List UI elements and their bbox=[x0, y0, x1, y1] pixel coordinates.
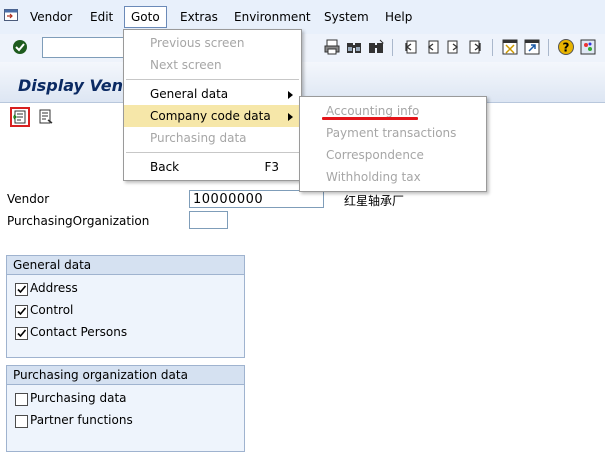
menu-item-company-code-data-label: Company code data bbox=[150, 109, 271, 123]
submenu-arrow-icon bbox=[288, 113, 293, 121]
last-page-icon[interactable] bbox=[468, 39, 484, 55]
first-page-icon[interactable] bbox=[402, 39, 418, 55]
vendor-field[interactable]: 10000000 bbox=[189, 190, 324, 208]
menu-system[interactable]: System bbox=[324, 9, 369, 25]
purchasing-data-label: Purchasing data bbox=[30, 391, 127, 405]
enter-check-icon[interactable] bbox=[12, 39, 28, 55]
menu-environment[interactable]: Environment bbox=[234, 9, 311, 25]
general-data-header: General data bbox=[7, 256, 244, 275]
other-vendor-icon[interactable] bbox=[38, 109, 54, 125]
create-session-icon[interactable] bbox=[502, 39, 518, 55]
submenu-item-payment-transactions[interactable]: Payment transactions bbox=[300, 122, 486, 144]
general-data-group: General data Address Control Contact Per… bbox=[6, 255, 245, 358]
menu-edit[interactable]: Edit bbox=[90, 9, 113, 25]
svg-text:?: ? bbox=[563, 41, 570, 55]
menu-item-back[interactable]: Back F3 bbox=[124, 156, 301, 178]
menu-item-general-data[interactable]: General data bbox=[124, 83, 301, 105]
goto-dropdown-menu: Previous screen Next screen General data… bbox=[123, 29, 302, 181]
checkbox-row-partner-functions: Partner functions bbox=[7, 410, 244, 432]
contact-persons-checkbox[interactable] bbox=[15, 327, 28, 340]
shortcut-icon[interactable] bbox=[524, 39, 540, 55]
menu-goto[interactable]: Goto bbox=[124, 6, 167, 28]
red-underline-annotation bbox=[322, 117, 418, 120]
menu-item-previous-screen[interactable]: Previous screen bbox=[124, 32, 301, 54]
help-icon[interactable]: ? bbox=[558, 39, 574, 55]
menu-item-next-screen[interactable]: Next screen bbox=[124, 54, 301, 76]
submenu-arrow-icon bbox=[288, 91, 293, 99]
purch-org-data-header: Purchasing organization data bbox=[7, 366, 244, 385]
menu-item-back-label: Back bbox=[150, 160, 180, 174]
checkbox-row-contact-persons: Contact Persons bbox=[7, 322, 244, 344]
command-field[interactable] bbox=[42, 37, 124, 58]
menu-help[interactable]: Help bbox=[385, 9, 412, 25]
customize-layout-icon[interactable] bbox=[580, 39, 596, 55]
contact-persons-label: Contact Persons bbox=[30, 325, 128, 339]
partner-functions-checkbox[interactable] bbox=[15, 415, 28, 428]
purch-org-data-group: Purchasing organization data Purchasing … bbox=[6, 365, 245, 452]
system-menu-icon[interactable] bbox=[4, 9, 18, 21]
submenu-item-correspondence[interactable]: Correspondence bbox=[300, 144, 486, 166]
menu-item-company-code-data[interactable]: Company code data bbox=[124, 105, 301, 127]
menu-separator bbox=[126, 152, 299, 153]
find-icon[interactable] bbox=[346, 39, 362, 55]
toolbar-separator bbox=[392, 39, 393, 56]
control-label: Control bbox=[30, 303, 74, 317]
display-change-icon[interactable] bbox=[10, 107, 30, 127]
previous-page-icon[interactable] bbox=[424, 39, 440, 55]
print-icon[interactable] bbox=[324, 39, 340, 55]
purch-org-field[interactable] bbox=[189, 211, 228, 229]
find-next-icon[interactable] bbox=[368, 39, 384, 55]
address-checkbox[interactable] bbox=[15, 283, 28, 296]
partner-functions-label: Partner functions bbox=[30, 413, 133, 427]
menu-item-purchasing-data[interactable]: Purchasing data bbox=[124, 127, 301, 149]
purchasing-data-checkbox[interactable] bbox=[15, 393, 28, 406]
control-checkbox[interactable] bbox=[15, 305, 28, 318]
company-code-submenu: Accounting info Payment transactions Cor… bbox=[299, 96, 487, 192]
standard-toolbar: ? bbox=[0, 34, 605, 63]
toolbar-separator bbox=[548, 39, 549, 56]
menu-vendor[interactable]: Vendor bbox=[30, 9, 72, 25]
menu-item-general-data-label: General data bbox=[150, 87, 229, 101]
purch-org-label: PurchasingOrganization bbox=[7, 214, 150, 228]
next-page-icon[interactable] bbox=[446, 39, 462, 55]
menu-bar: Vendor Edit Goto Extras Environment Syst… bbox=[0, 0, 605, 34]
checkbox-row-address: Address bbox=[7, 278, 244, 300]
vendor-name-text: 红星轴承厂 bbox=[344, 194, 405, 208]
checkbox-row-purchasing-data: Purchasing data bbox=[7, 388, 244, 410]
menu-extras[interactable]: Extras bbox=[180, 9, 218, 25]
vendor-label: Vendor bbox=[7, 192, 50, 206]
back-shortcut: F3 bbox=[264, 160, 279, 174]
menu-separator bbox=[126, 79, 299, 80]
checkbox-row-control: Control bbox=[7, 300, 244, 322]
address-label: Address bbox=[30, 281, 78, 295]
submenu-item-withholding-tax[interactable]: Withholding tax bbox=[300, 166, 486, 188]
toolbar-separator bbox=[492, 39, 493, 56]
